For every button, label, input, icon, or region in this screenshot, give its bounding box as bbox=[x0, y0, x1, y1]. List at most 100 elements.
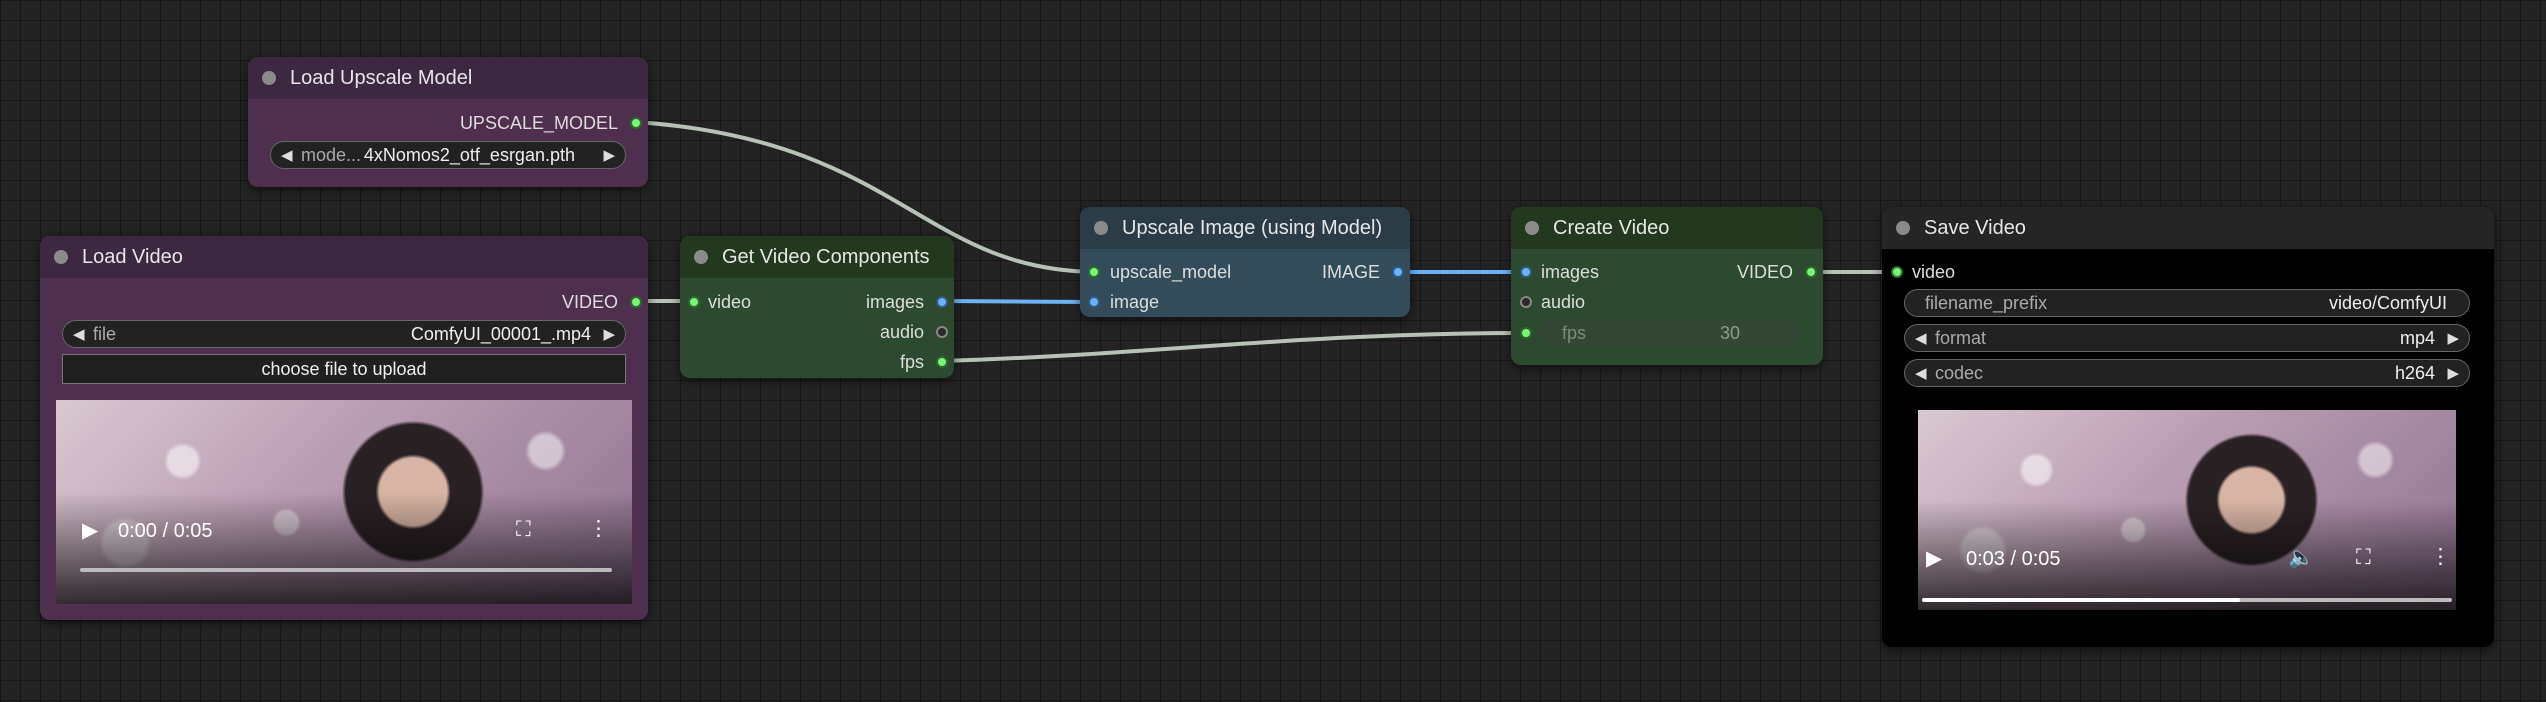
output-video[interactable]: VIDEO bbox=[562, 292, 618, 312]
input-slot-dot-icon[interactable] bbox=[1520, 266, 1532, 278]
widget-label: file bbox=[93, 323, 117, 344]
input-images[interactable]: images bbox=[1541, 262, 1599, 282]
output-label: audio bbox=[879, 322, 924, 342]
fullscreen-icon[interactable]: ⛶ bbox=[516, 518, 531, 542]
video-progress-bar[interactable] bbox=[1922, 598, 2452, 602]
node-title[interactable]: Save Video bbox=[1882, 207, 2494, 249]
input-label: image bbox=[1110, 292, 1160, 312]
collapse-dot-icon[interactable] bbox=[1896, 221, 1910, 235]
more-icon[interactable]: ⋮ bbox=[588, 516, 609, 541]
output-slot-dot-icon[interactable] bbox=[936, 296, 948, 308]
collapse-dot-icon[interactable] bbox=[262, 71, 276, 85]
fps-widget[interactable]: fps 30 bbox=[1537, 319, 1801, 347]
node-load-upscale-model[interactable]: Load Upscale Model UPSCALE_MODEL ◀ mode.… bbox=[248, 57, 648, 187]
video-preview[interactable]: ▶ 0:00 / 0:05 ⛶ ⋮ bbox=[56, 400, 632, 604]
input-label: audio bbox=[1541, 292, 1586, 312]
output-audio[interactable]: audio bbox=[880, 322, 924, 342]
collapse-dot-icon[interactable] bbox=[1525, 221, 1539, 235]
play-icon[interactable]: ▶ bbox=[1926, 546, 1942, 571]
widget-value: 30 bbox=[1719, 322, 1740, 343]
output-slot-dot-icon[interactable] bbox=[936, 326, 948, 338]
widget-label: mode... bbox=[301, 144, 362, 165]
node-title-text: Save Video bbox=[1924, 216, 2026, 239]
input-slot-dot-icon[interactable] bbox=[1891, 266, 1903, 278]
output-images[interactable]: images bbox=[866, 292, 924, 312]
node-title[interactable]: Load Video bbox=[40, 236, 648, 278]
time-display: 0:00 / 0:05 bbox=[118, 520, 213, 542]
node-title-text: Load Upscale Model bbox=[290, 66, 473, 89]
video-progress-bar[interactable] bbox=[80, 568, 612, 572]
link-images bbox=[939, 299, 1097, 304]
input-slot-dot-icon[interactable] bbox=[1520, 296, 1532, 308]
arrow-left-icon[interactable]: ◀ bbox=[73, 325, 85, 343]
file-widget[interactable]: ◀ file ComfyUI_00001_.mp4 ▶ bbox=[62, 320, 626, 348]
input-slot-dot-icon[interactable] bbox=[1520, 327, 1532, 339]
input-label: video bbox=[1912, 262, 1956, 282]
widget-value: video/ComfyUI bbox=[2328, 292, 2447, 313]
model-name-widget[interactable]: ◀ mode... 4xNomos2_otf_esrgan.pth ▶ bbox=[270, 141, 626, 169]
input-slot-dot-icon[interactable] bbox=[1088, 296, 1100, 308]
codec-widget[interactable]: ◀ codec h264 ▶ bbox=[1904, 359, 2470, 387]
collapse-dot-icon[interactable] bbox=[54, 250, 68, 264]
output-slot-dot-icon[interactable] bbox=[630, 296, 642, 308]
format-widget[interactable]: ◀ format mp4 ▶ bbox=[1904, 324, 2470, 352]
output-label: VIDEO bbox=[1736, 262, 1793, 282]
arrow-right-icon[interactable]: ▶ bbox=[603, 325, 615, 343]
input-slot-dot-icon[interactable] bbox=[1088, 266, 1100, 278]
output-slot-dot-icon[interactable] bbox=[1805, 266, 1817, 278]
node-title[interactable]: Create Video bbox=[1511, 207, 1823, 249]
output-slot-dot-icon[interactable] bbox=[630, 117, 642, 129]
filename-prefix-widget[interactable]: filename_prefix video/ComfyUI bbox=[1904, 289, 2470, 317]
fullscreen-icon[interactable]: ⛶ bbox=[2356, 546, 2371, 570]
time-display: 0:03 / 0:05 bbox=[1966, 548, 2061, 570]
widget-label: fps bbox=[1562, 322, 1587, 343]
output-label: UPSCALE_MODEL bbox=[459, 113, 618, 133]
node-title-text: Create Video bbox=[1553, 216, 1670, 239]
widget-label: filename_prefix bbox=[1925, 292, 2048, 313]
output-upscale-model[interactable]: UPSCALE_MODEL bbox=[460, 113, 618, 133]
input-image[interactable]: image bbox=[1110, 292, 1159, 312]
input-slot-dot-icon[interactable] bbox=[688, 296, 700, 308]
arrow-left-icon[interactable]: ◀ bbox=[1915, 364, 1927, 382]
upload-button[interactable]: choose file to upload bbox=[62, 354, 626, 384]
output-video[interactable]: VIDEO bbox=[1737, 262, 1793, 282]
node-load-video[interactable]: Load Video VIDEO ◀ file ComfyUI_00001_.m… bbox=[40, 236, 648, 620]
link-fps bbox=[939, 331, 1527, 363]
collapse-dot-icon[interactable] bbox=[1094, 221, 1108, 235]
progress-fill bbox=[1922, 598, 2240, 602]
node-upscale-image[interactable]: Upscale Image (using Model) upscale_mode… bbox=[1080, 207, 1410, 317]
arrow-right-icon[interactable]: ▶ bbox=[2447, 329, 2459, 347]
node-get-video-components[interactable]: Get Video Components video images audio … bbox=[680, 236, 954, 378]
input-video[interactable]: video bbox=[1912, 262, 1955, 282]
arrow-left-icon[interactable]: ◀ bbox=[281, 146, 293, 164]
arrow-right-icon[interactable]: ▶ bbox=[603, 146, 615, 164]
volume-icon[interactable]: 🔈 bbox=[2288, 546, 2314, 570]
arrow-left-icon[interactable]: ◀ bbox=[1915, 329, 1927, 347]
video-shade bbox=[56, 491, 632, 604]
widget-value: mp4 bbox=[2399, 327, 2435, 348]
more-icon[interactable]: ⋮ bbox=[2430, 544, 2451, 569]
node-title[interactable]: Load Upscale Model bbox=[248, 57, 648, 99]
input-label: upscale_model bbox=[1110, 262, 1232, 282]
node-title-text: Get Video Components bbox=[722, 245, 930, 268]
input-label: video bbox=[708, 292, 752, 312]
collapse-dot-icon[interactable] bbox=[694, 250, 708, 264]
play-icon[interactable]: ▶ bbox=[82, 518, 98, 543]
output-slot-dot-icon[interactable] bbox=[1392, 266, 1404, 278]
node-save-video[interactable]: Save Video video filename_prefix video/C… bbox=[1882, 207, 2494, 647]
output-label: IMAGE bbox=[1321, 262, 1380, 282]
output-image[interactable]: IMAGE bbox=[1322, 262, 1380, 282]
node-title[interactable]: Get Video Components bbox=[680, 236, 954, 278]
widget-value: 4xNomos2_otf_esrgan.pth bbox=[363, 144, 575, 165]
input-video[interactable]: video bbox=[708, 292, 751, 312]
output-fps[interactable]: fps bbox=[900, 352, 924, 372]
input-audio[interactable]: audio bbox=[1541, 292, 1585, 312]
output-label: VIDEO bbox=[561, 292, 618, 312]
arrow-right-icon[interactable]: ▶ bbox=[2447, 364, 2459, 382]
node-create-video[interactable]: Create Video images audio VIDEO fps 30 bbox=[1511, 207, 1823, 365]
output-label: images bbox=[865, 292, 924, 312]
output-slot-dot-icon[interactable] bbox=[936, 356, 948, 368]
node-title[interactable]: Upscale Image (using Model) bbox=[1080, 207, 1410, 249]
input-upscale-model[interactable]: upscale_model bbox=[1110, 262, 1231, 282]
video-preview[interactable]: ▶ 0:03 / 0:05 🔈 ⛶ ⋮ bbox=[1918, 410, 2456, 610]
